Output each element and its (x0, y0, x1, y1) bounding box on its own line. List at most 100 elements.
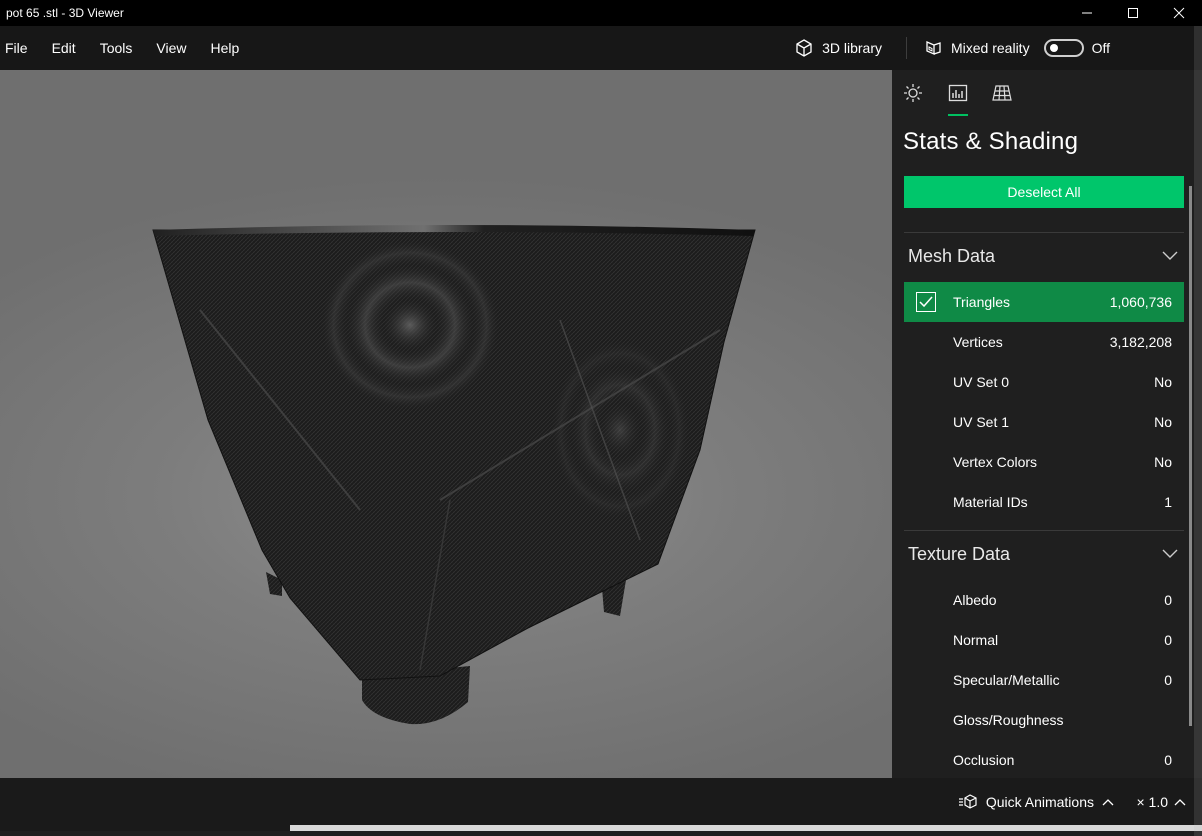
menu-help[interactable]: Help (198, 40, 251, 56)
mesh-row-uv-set-1[interactable]: UV Set 1 No (904, 402, 1184, 442)
toggle-knob (1049, 44, 1058, 52)
row-name: Material IDs (953, 494, 1028, 510)
mixed-reality-toggle[interactable] (1043, 39, 1084, 57)
row-value: 0 (1164, 672, 1172, 688)
row-value: 0 (1164, 632, 1172, 648)
mixed-reality-label: Mixed reality (950, 40, 1030, 56)
texture-row-normal[interactable]: Normal 0 (904, 620, 1184, 660)
panel-title: Stats & Shading (903, 128, 1079, 155)
texture-row-gloss-roughness[interactable]: Gloss/Roughness (904, 700, 1184, 740)
row-checkbox[interactable] (916, 292, 936, 312)
deselect-all-button[interactable]: Deselect All (904, 176, 1184, 208)
active-tab-indicator (948, 114, 968, 116)
row-value: 0 (1164, 592, 1172, 608)
row-checkbox[interactable] (916, 492, 936, 512)
mesh-row-vertex-colors[interactable]: Vertex Colors No (904, 442, 1184, 482)
row-name: Occlusion (953, 752, 1015, 768)
mixed-reality-icon (926, 41, 941, 55)
tab-grid[interactable] (991, 82, 1013, 104)
maximize-icon (1128, 8, 1138, 18)
row-name: Normal (953, 632, 999, 648)
texture-data-header[interactable]: Texture Data (904, 539, 1184, 569)
mesh-row-triangles[interactable]: Triangles 1,060,736 (904, 282, 1184, 322)
menu-bar: File Edit Tools View Help 3D library Mix… (0, 26, 1202, 70)
row-value: 0 (1164, 752, 1172, 768)
menu-edit[interactable]: Edit (40, 40, 88, 56)
row-name: Gloss/Roughness (953, 712, 1064, 728)
tab-lighting[interactable] (902, 82, 924, 104)
mesh-data-header[interactable]: Mesh Data (904, 241, 1184, 271)
cube-icon (796, 39, 812, 57)
row-value: 1,060,736 (1109, 294, 1172, 310)
row-checkbox[interactable] (916, 670, 936, 690)
row-value: 3,182,208 (1109, 334, 1172, 350)
mesh-row-material-ids[interactable]: Material IDs 1 (904, 482, 1184, 522)
close-icon (1173, 7, 1185, 19)
stats-panel: Stats & Shading Deselect All Mesh Data T… (892, 70, 1202, 778)
row-checkbox[interactable] (916, 590, 936, 610)
row-value: No (1154, 454, 1172, 470)
texture-row-specular-metallic[interactable]: Specular/Metallic 0 (904, 660, 1184, 700)
title-bar: pot 65 .stl - 3D Viewer (0, 0, 1202, 26)
speed-label: × 1.0 (1136, 794, 1168, 810)
row-checkbox[interactable] (916, 412, 936, 432)
row-name: Albedo (953, 592, 997, 608)
chevron-down-icon (1162, 549, 1178, 558)
3d-library-label: 3D library (822, 40, 882, 56)
texture-data-label: Texture Data (908, 543, 1011, 564)
moire-highlight (320, 240, 500, 410)
mixed-reality-state: Off (1091, 40, 1110, 56)
stats-icon (948, 84, 968, 102)
checkmark-icon (919, 296, 933, 308)
3d-library-button[interactable]: 3D library (784, 38, 906, 58)
divider (904, 232, 1184, 233)
panel-tabs (892, 70, 1192, 118)
panel-scrollbar[interactable] (1189, 186, 1192, 726)
pot-model[interactable] (0, 70, 892, 778)
chevron-up-icon (1174, 799, 1186, 806)
animation-cube-icon (958, 794, 977, 809)
row-checkbox[interactable] (916, 750, 936, 770)
row-name: Vertex Colors (953, 454, 1038, 470)
maximize-button[interactable] (1110, 0, 1156, 26)
row-value: 1 (1164, 494, 1172, 510)
row-checkbox[interactable] (916, 630, 936, 650)
row-name: Triangles (953, 294, 1011, 310)
lighting-icon (904, 84, 922, 102)
row-checkbox[interactable] (916, 452, 936, 472)
close-button[interactable] (1156, 0, 1202, 26)
row-checkbox[interactable] (916, 332, 936, 352)
bottom-bar: Quick Animations × 1.0 (0, 778, 1202, 831)
menu-tools[interactable]: Tools (88, 40, 145, 56)
divider (904, 530, 1184, 531)
row-value: No (1154, 374, 1172, 390)
mixed-reality-button[interactable]: Mixed reality (907, 38, 1084, 58)
menu-view[interactable]: View (144, 40, 198, 56)
quick-animations-label: Quick Animations (985, 794, 1094, 810)
minimize-icon (1082, 12, 1092, 14)
grid-icon (992, 85, 1012, 101)
chevron-down-icon (1162, 251, 1178, 260)
moire-highlight-right (550, 340, 690, 520)
mesh-row-vertices[interactable]: Vertices 3,182,208 (904, 322, 1184, 362)
row-name: UV Set 0 (953, 374, 1010, 390)
row-name: Vertices (953, 334, 1003, 350)
background-window-edge (1194, 26, 1202, 836)
menu-file[interactable]: File (0, 40, 40, 56)
row-checkbox[interactable] (916, 710, 936, 730)
quick-animations-button[interactable]: Quick Animations (958, 794, 1114, 810)
texture-row-occlusion[interactable]: Occlusion 0 (904, 740, 1184, 778)
tab-stats[interactable] (947, 82, 969, 104)
window-title: pot 65 .stl - 3D Viewer (6, 6, 124, 20)
minimize-button[interactable] (1064, 0, 1110, 26)
texture-row-albedo[interactable]: Albedo 0 (904, 580, 1184, 620)
animation-speed-button[interactable]: × 1.0 (1136, 794, 1186, 810)
3d-viewport[interactable] (0, 70, 892, 778)
mesh-row-uv-set-0[interactable]: UV Set 0 No (904, 362, 1184, 402)
row-name: Specular/Metallic (953, 672, 1060, 688)
row-checkbox[interactable] (916, 372, 936, 392)
row-name: UV Set 1 (953, 414, 1010, 430)
background-window-edge (290, 825, 1202, 831)
mesh-data-label: Mesh Data (908, 245, 996, 266)
chevron-up-icon (1102, 799, 1114, 806)
